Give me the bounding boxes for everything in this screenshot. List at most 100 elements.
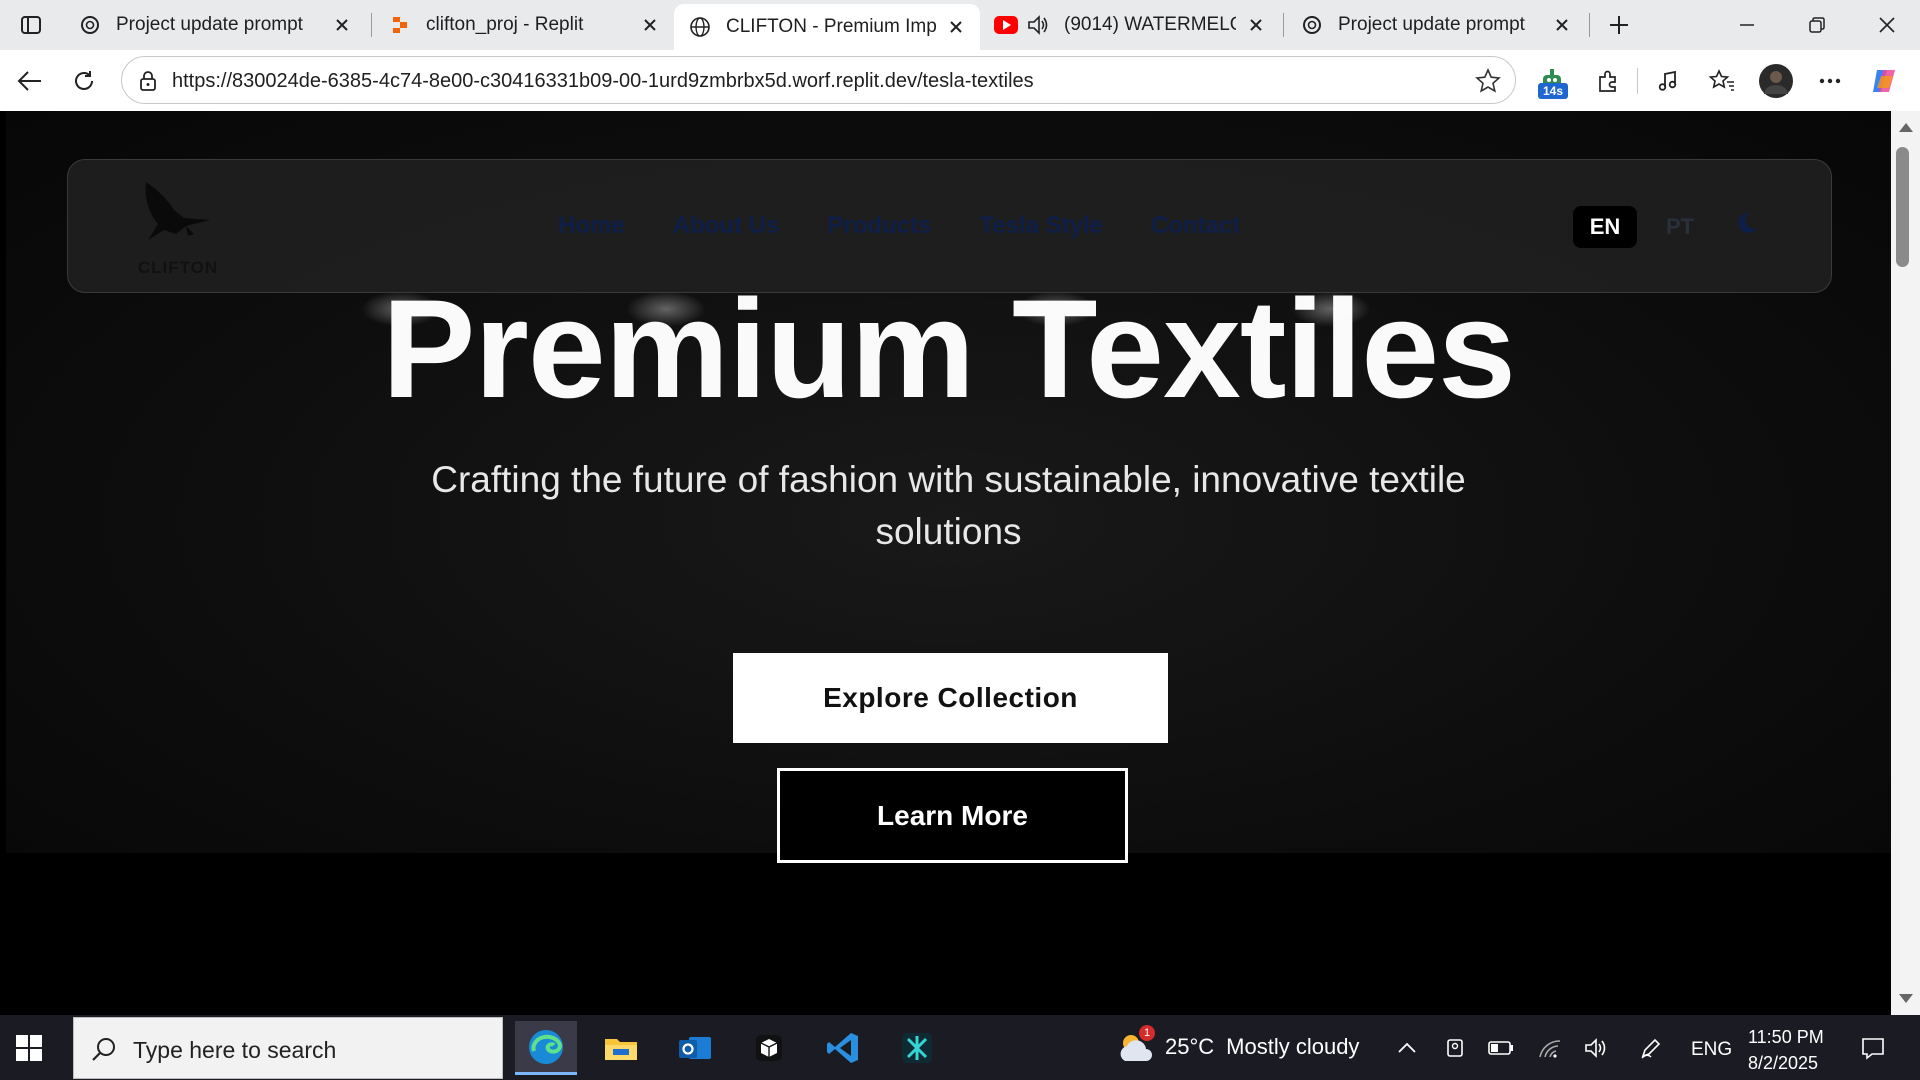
close-icon[interactable] — [638, 13, 662, 37]
media-control-button[interactable] — [1648, 62, 1688, 100]
weather-temp: 25°C — [1165, 1034, 1215, 1059]
nav-contact[interactable]: Contact — [1151, 212, 1240, 240]
tab-clifton-active[interactable]: CLIFTON - Premium Import — [674, 4, 980, 50]
speaker-icon[interactable] — [1026, 13, 1050, 37]
nav-home[interactable]: Home — [558, 212, 625, 240]
hero-title: Premium Textiles — [382, 270, 1516, 427]
clifton-logo[interactable]: CLIFTON — [128, 178, 228, 278]
tray-meet-now[interactable] — [1440, 1033, 1470, 1063]
taskbar-file-explorer[interactable] — [590, 1021, 652, 1075]
pen-icon — [1641, 1038, 1661, 1059]
clock-date: 8/2/2025 — [1748, 1053, 1819, 1073]
avatar — [1759, 64, 1793, 98]
volume-icon — [1585, 1038, 1606, 1058]
windows-start-icon[interactable] — [12, 1031, 46, 1065]
cube-app-icon — [756, 1035, 782, 1061]
close-icon[interactable] — [1550, 13, 1574, 37]
lock-icon[interactable] — [136, 69, 160, 93]
teal-app-icon — [902, 1033, 932, 1063]
weather-alert-badge: 1 — [1139, 1025, 1155, 1041]
taskbar-roblox-studio[interactable] — [738, 1021, 800, 1075]
tab-title: clifton_proj - Replit — [426, 14, 584, 35]
reload-button[interactable] — [64, 62, 104, 100]
url-text[interactable]: https://830024de-6385-4c74-8e00-c3041633… — [172, 70, 1034, 93]
taskbar-clock[interactable]: 11:50 PM 8/2/2025 — [1748, 1024, 1824, 1076]
input-language[interactable]: ENG — [1691, 1039, 1732, 1061]
restore-icon — [1809, 17, 1825, 33]
tray-network[interactable] — [1536, 1033, 1566, 1063]
puzzle-icon — [1599, 70, 1616, 92]
minimize-button[interactable] — [1718, 0, 1776, 50]
learn-more-button[interactable]: Learn More — [777, 768, 1128, 863]
tab-project-update-1[interactable]: Project update prompt — [64, 0, 366, 50]
windows-taskbar: Type here to search 1 25°C Mostly cloudy — [0, 1015, 1920, 1080]
tray-pen[interactable] — [1636, 1033, 1666, 1063]
site-navbar: CLIFTON Home About Us Products Tesla Sty… — [67, 159, 1832, 293]
sidebar-toggle-icon — [21, 16, 41, 34]
notification-center-button[interactable] — [1856, 1031, 1890, 1065]
nav-tesla-style[interactable]: Tesla Style — [979, 212, 1103, 240]
nav-products[interactable]: Products — [827, 212, 931, 240]
nav-glow — [1016, 291, 1096, 327]
favorites-button[interactable] — [1702, 62, 1742, 100]
language-en-button[interactable]: EN — [1573, 206, 1637, 248]
tray-battery[interactable] — [1486, 1033, 1516, 1063]
nav-glow — [1291, 291, 1371, 327]
taskbar-outlook[interactable] — [664, 1021, 726, 1075]
tab-title: Project update prompt — [116, 14, 303, 35]
tray-volume[interactable] — [1582, 1033, 1612, 1063]
close-window-button[interactable] — [1858, 0, 1916, 50]
language-pt-button[interactable]: PT — [1666, 214, 1694, 240]
chevron-up-icon — [1398, 1042, 1416, 1053]
settings-more-button[interactable] — [1810, 62, 1850, 100]
nav-links: Home About Us Products Tesla Style Conta… — [558, 212, 1240, 240]
weather-text: Mostly cloudy — [1226, 1034, 1360, 1059]
back-button[interactable] — [10, 62, 50, 100]
page-scrollbar[interactable] — [1891, 111, 1920, 1015]
dark-mode-moon-icon[interactable] — [1734, 210, 1760, 236]
taskbar-search-box[interactable]: Type here to search — [73, 1017, 503, 1079]
edge-icon — [529, 1029, 563, 1064]
nav-about-us[interactable]: About Us — [673, 212, 780, 240]
nav-glow — [361, 291, 441, 327]
taskbar-edge[interactable] — [515, 1021, 577, 1075]
tab-title: (9014) WATERMELON — [1064, 14, 1236, 35]
openai-icon — [78, 13, 102, 37]
toolbar-divider — [1637, 68, 1638, 94]
close-icon[interactable] — [944, 15, 968, 39]
tab-actions-button[interactable] — [0, 0, 62, 50]
favorite-star-icon[interactable] — [1475, 68, 1501, 94]
close-icon — [1879, 17, 1895, 33]
back-arrow-icon — [17, 71, 41, 91]
replit-icon — [388, 13, 412, 37]
taskbar-vscode[interactable] — [812, 1021, 874, 1075]
music-note-icon — [1658, 70, 1677, 91]
profile-avatar[interactable] — [1756, 62, 1796, 100]
search-icon — [92, 1038, 115, 1061]
scroll-down-arrow-icon[interactable] — [1899, 994, 1913, 1003]
extensions-button[interactable] — [1588, 62, 1628, 100]
openai-icon — [1300, 13, 1324, 37]
tab-replit[interactable]: clifton_proj - Replit — [374, 0, 674, 50]
tab-title: Project update prompt — [1338, 14, 1525, 35]
tab-divider — [1283, 13, 1284, 37]
tab-divider — [371, 13, 372, 37]
close-icon[interactable] — [1244, 13, 1268, 37]
scroll-up-arrow-icon[interactable] — [1899, 123, 1913, 132]
browser-toolbar: https://830024de-6385-4c74-8e00-c3041633… — [0, 50, 1920, 111]
tab-youtube[interactable]: (9014) WATERMELON — [980, 0, 1280, 50]
explore-collection-button[interactable]: Explore Collection — [733, 653, 1168, 743]
copilot-icon — [1873, 70, 1895, 92]
copilot-button[interactable] — [1864, 62, 1904, 100]
nav-glow — [626, 291, 706, 327]
scrollbar-thumb[interactable] — [1896, 147, 1909, 267]
show-hidden-icons-button[interactable] — [1392, 1033, 1422, 1063]
address-bar[interactable]: https://830024de-6385-4c74-8e00-c3041633… — [121, 56, 1516, 104]
tab-project-update-2[interactable]: Project update prompt — [1286, 0, 1586, 50]
close-icon[interactable] — [330, 13, 354, 37]
restore-button[interactable] — [1788, 0, 1846, 50]
new-tab-button[interactable] — [1590, 0, 1648, 50]
weather-widget[interactable]: 1 25°C Mostly cloudy — [1115, 1025, 1360, 1065]
taskbar-app-teal[interactable] — [886, 1021, 948, 1075]
camera-tray-icon — [1447, 1039, 1463, 1057]
